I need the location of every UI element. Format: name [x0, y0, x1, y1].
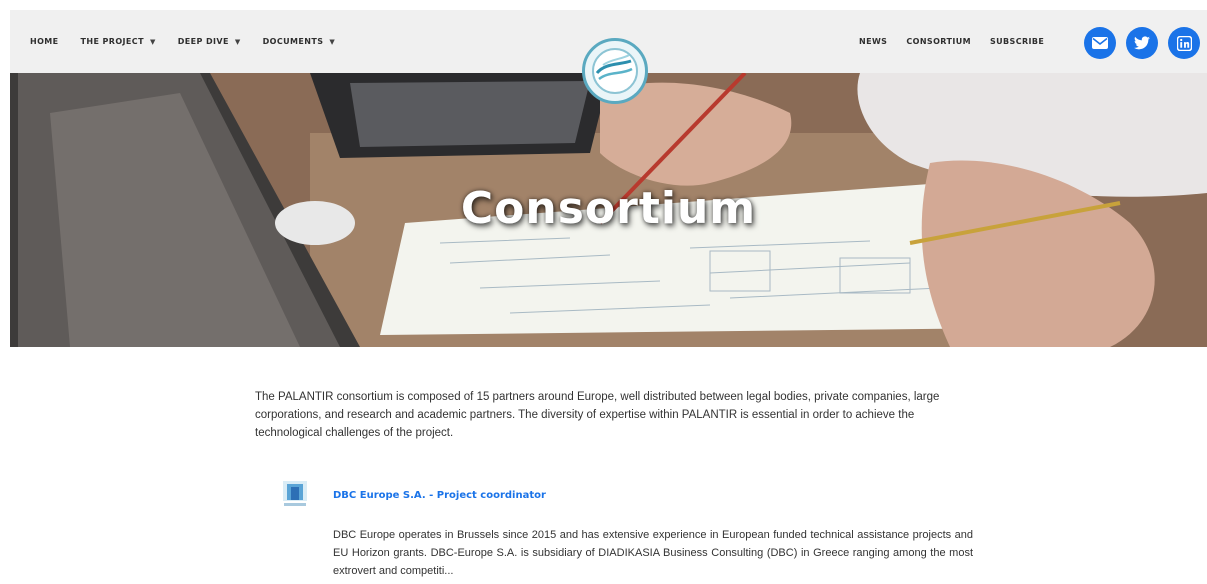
- partner-description: DBC Europe operates in Brussels since 20…: [333, 529, 973, 577]
- nav-item-news[interactable]: NEWS: [859, 37, 887, 46]
- nav-item-label: THE PROJECT: [80, 37, 144, 46]
- chevron-down-icon: ▼: [234, 37, 241, 46]
- site-logo[interactable]: [582, 38, 648, 104]
- partner-logo[interactable]: [282, 480, 308, 508]
- nav-item-documents[interactable]: DOCUMENTS ▼: [263, 37, 336, 46]
- nav-item-consortium[interactable]: CONSORTIUM: [906, 37, 971, 46]
- logo-icon: [592, 48, 638, 94]
- nav-item-label: CONSORTIUM: [906, 37, 971, 46]
- dbc-europe-logo-icon: [283, 481, 307, 506]
- email-icon: [1092, 37, 1108, 49]
- nav-item-deep-dive[interactable]: DEEP DIVE ▼: [178, 37, 241, 46]
- linkedin-icon: [1176, 35, 1192, 51]
- nav-item-home[interactable]: HOME: [30, 37, 59, 46]
- social-links: [1084, 27, 1207, 59]
- nav-item-label: DOCUMENTS: [262, 37, 324, 46]
- chevron-down-icon: ▼: [149, 37, 156, 46]
- chevron-down-icon: ▼: [329, 37, 336, 46]
- twitter-button[interactable]: [1126, 27, 1158, 59]
- nav-item-label: NEWS: [859, 37, 888, 46]
- email-button[interactable]: [1084, 27, 1116, 59]
- nav-item-subscribe[interactable]: SUBSCRIBE: [990, 37, 1044, 46]
- partner-name-link[interactable]: DBC Europe S.A. - Project coordinator: [333, 490, 546, 501]
- nav-right-menu: NEWS CONSORTIUM SUBSCRIBE: [859, 10, 1063, 73]
- intro-paragraph: The PALANTIR consortium is composed of 1…: [255, 391, 940, 439]
- nav-item-the-project[interactable]: THE PROJECT ▼: [81, 37, 156, 46]
- page-title: Consortium: [460, 183, 757, 234]
- linkedin-button[interactable]: [1168, 27, 1200, 59]
- twitter-icon: [1134, 36, 1150, 50]
- nav-left-menu: HOME THE PROJECT ▼ DEEP DIVE ▼ DOCUMENTS…: [30, 10, 357, 73]
- hero-banner: Consortium: [10, 73, 1207, 347]
- nav-item-label: DEEP DIVE: [177, 37, 229, 46]
- nav-item-label: HOME: [30, 37, 59, 46]
- nav-item-label: SUBSCRIBE: [989, 37, 1045, 46]
